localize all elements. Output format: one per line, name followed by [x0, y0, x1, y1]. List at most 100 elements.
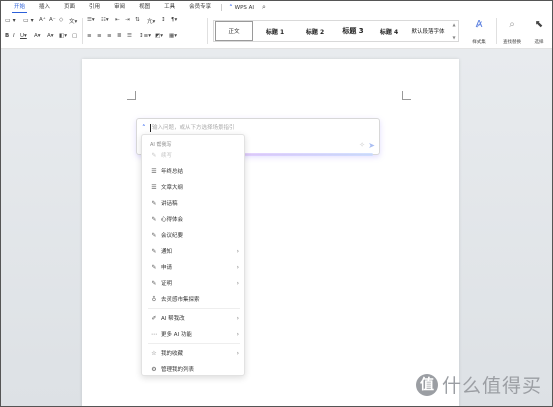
pen-icon: ✎	[151, 199, 157, 207]
bold-icon[interactable]: B	[5, 33, 9, 39]
font-color-icon[interactable]: A▾	[47, 33, 54, 39]
watermark: 值 什么值得买	[415, 371, 542, 398]
italic-icon[interactable]: I	[13, 33, 15, 39]
margin-corner-top-left	[127, 91, 136, 100]
find-replace-icon: ⌕	[509, 19, 515, 30]
tab-view[interactable]: 视图	[132, 1, 157, 14]
bulb-icon: ♁	[151, 295, 157, 303]
pen-icon: ✎	[151, 231, 157, 239]
menu-item-manage-list[interactable]: ⚙ 管理我的列表	[146, 362, 242, 376]
menu-item-application[interactable]: ✎ 申请 ›	[146, 260, 242, 274]
char-border-icon[interactable]: ▢	[72, 33, 77, 39]
search-icon[interactable]: ⌕	[262, 3, 266, 12]
text-direction-icon[interactable]: ↕	[161, 17, 166, 23]
style-default-paragraph-font[interactable]: 默认段落字体	[406, 21, 450, 41]
dots-icon: ⋯	[151, 330, 157, 338]
styles-gallery: 正文 标题 1 标题 2 标题 3 标题 4 默认段落字体 ▲ ▼	[213, 20, 459, 42]
menu-item-speech[interactable]: ✎ 讲话稿	[146, 196, 242, 210]
tab-tools[interactable]: 工具	[157, 1, 182, 14]
sort-icon[interactable]: ⇅	[135, 17, 140, 23]
menu-item-more-ai[interactable]: ⋯ 更多 AI 功能 ›	[146, 327, 242, 341]
select-button[interactable]: ⬉ 选择	[527, 19, 551, 45]
menu-item-reflection[interactable]: ✎ 心得体会	[146, 212, 242, 226]
chevron-right-icon: ›	[236, 263, 239, 271]
tab-start[interactable]: 开始	[7, 1, 32, 14]
menu-item-certificate[interactable]: ✎ 证明 ›	[146, 276, 242, 290]
clear-format-icon[interactable]: ◇	[59, 17, 63, 23]
app-window: 开始 插入 页面 引用 审阅 视图 工具 会员专享 ˄ WPS AI ⌕ ▭ ▾…	[0, 0, 553, 407]
tab-member[interactable]: 会员专享	[182, 1, 218, 14]
chevron-right-icon: ›	[236, 349, 239, 357]
asian-layout-icon[interactable]: 亢▾	[147, 17, 155, 25]
show-marks-icon[interactable]: ¶▾	[171, 17, 177, 23]
menu-item-label: 年终总结	[161, 169, 184, 175]
menu-item-ai-revise[interactable]: ✐ AI 帮我改 ›	[146, 311, 242, 325]
highlight-icon[interactable]: A▾	[34, 33, 41, 39]
menu-item-label: 讲话稿	[161, 201, 178, 207]
pen-icon: ✎	[151, 263, 157, 271]
ribbon-divider	[207, 18, 208, 44]
styles-scroll[interactable]: ▲ ▼	[451, 22, 457, 40]
number-list-icon[interactable]: ☷▾	[101, 17, 109, 23]
text-caret	[150, 124, 151, 132]
ribbon-toolbar: ▭ ▾ ▭ ▾ A⁺ A⁻ ◇ 文▾ B I U▾ A▾ A▾ ◧▾ ▢ ☰▾ …	[1, 14, 552, 49]
tab-review[interactable]: 审阅	[107, 1, 132, 14]
align-center-icon[interactable]: ≡	[97, 33, 102, 39]
style-heading-1[interactable]: 标题 1	[254, 21, 296, 41]
indent-icon[interactable]: ⇥	[125, 17, 130, 23]
tab-references[interactable]: 引用	[82, 1, 107, 14]
document-workspace: ˄ 输入问题，或从下方选择场景指引 ✧ ➤ AI 帮我写 ✎ 续写 ☰ 年终总结…	[1, 49, 552, 406]
magic-wand-icon[interactable]: ✧	[359, 141, 365, 149]
grow-font-icon[interactable]: A⁺	[39, 17, 46, 23]
tab-page[interactable]: 页面	[57, 1, 82, 14]
justify-icon[interactable]: ≣	[117, 33, 122, 39]
style-set-button[interactable]: A̷ 样式集	[467, 19, 491, 45]
star-icon: ☆	[151, 349, 157, 357]
menu-item-label: AI 帮我改	[161, 316, 185, 322]
send-icon[interactable]: ➤	[368, 141, 375, 150]
document-page[interactable]: ˄ 输入问题，或从下方选择场景指引 ✧ ➤ AI 帮我写 ✎ 续写 ☰ 年终总结…	[82, 59, 459, 406]
menu-item-outline[interactable]: ☰ 文章大纲	[146, 180, 242, 194]
align-right-icon[interactable]: ≡	[107, 33, 112, 39]
pen-icon: ✎	[151, 247, 157, 255]
find-replace-button[interactable]: ⌕ 查找替换	[500, 19, 524, 45]
style-heading-4[interactable]: 标题 4	[372, 21, 406, 41]
menu-item-notice[interactable]: ✎ 通知 ›	[146, 244, 242, 258]
line-spacing-icon[interactable]: ↕≡▾	[139, 33, 151, 39]
tab-insert[interactable]: 插入	[32, 1, 57, 14]
borders-icon[interactable]: ▦▾	[169, 33, 177, 39]
menu-item-label: 通知	[161, 249, 173, 255]
menu-item-meeting-minutes[interactable]: ✎ 会议纪要	[146, 228, 242, 242]
ribbon-tabs: 开始 插入 页面 引用 审阅 视图 工具 会员专享 ˄ WPS AI ⌕	[1, 1, 552, 14]
watermark-logo: 值	[415, 373, 438, 396]
font-family-select[interactable]: ▭ ▾	[5, 17, 16, 24]
align-left-icon[interactable]: ≡	[87, 33, 92, 39]
watermark-text: 什么值得买	[441, 375, 542, 397]
menu-item-year-end-summary[interactable]: ☰ 年终总结	[146, 164, 242, 178]
menu-item-inspiration-market[interactable]: ♁ 去灵感市集探索	[146, 292, 242, 306]
list-icon: ☰	[151, 167, 157, 175]
underline-icon[interactable]: U▾	[20, 33, 27, 39]
menu-item-label: 申请	[161, 265, 173, 271]
pen-icon: ✎	[151, 215, 157, 223]
menu-item-label: 续写	[161, 153, 173, 159]
select-label: 选择	[534, 40, 544, 45]
chevron-up-icon[interactable]: ▲	[452, 22, 455, 27]
style-heading-3[interactable]: 标题 3	[334, 21, 372, 41]
phonetic-icon[interactable]: 文▾	[69, 17, 77, 25]
chevron-down-icon[interactable]: ▼	[452, 35, 455, 40]
shading-icon[interactable]: ◧▾	[59, 33, 67, 39]
bullet-list-icon[interactable]: ☰▾	[87, 17, 95, 23]
menu-divider	[148, 308, 240, 309]
font-size-select[interactable]: ▭ ▾	[23, 17, 34, 24]
menu-divider	[148, 343, 240, 344]
wps-ai-tab[interactable]: ˄ WPS AI	[225, 4, 258, 12]
shading-fill-icon[interactable]: ◩▾	[155, 33, 163, 39]
style-normal[interactable]: 正文	[215, 21, 253, 41]
find-replace-label: 查找替换	[503, 40, 521, 45]
distribute-icon[interactable]: ☰	[127, 33, 132, 39]
style-heading-2[interactable]: 标题 2	[296, 21, 334, 41]
outdent-icon[interactable]: ⇤	[115, 17, 120, 23]
menu-item-favorites[interactable]: ☆ 我的收藏 ›	[146, 346, 242, 360]
shrink-font-icon[interactable]: A⁻	[49, 17, 56, 23]
